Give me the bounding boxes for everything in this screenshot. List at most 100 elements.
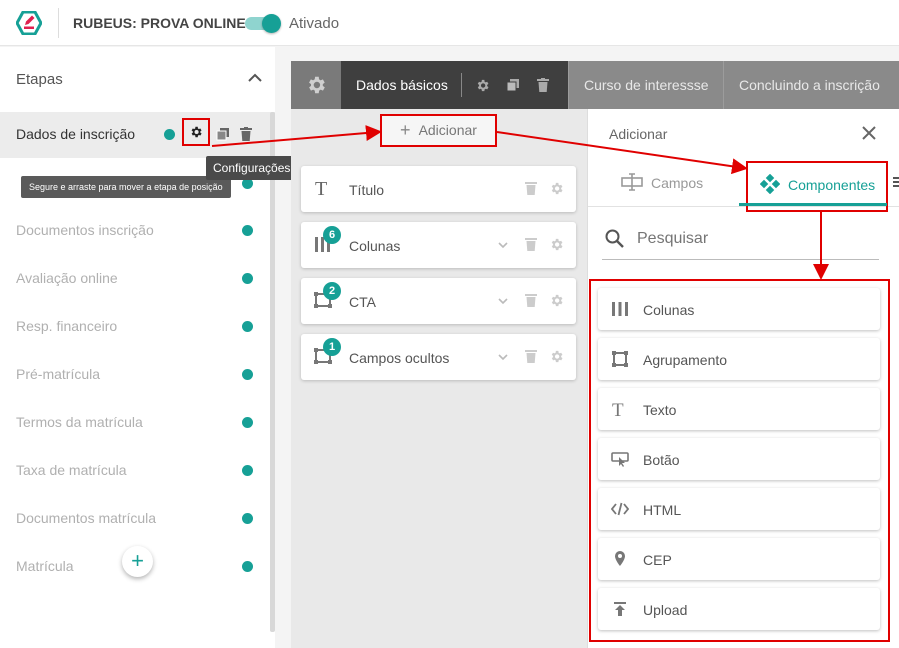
status-dot (242, 369, 253, 380)
copy-icon[interactable] (506, 78, 520, 92)
sidebar-item[interactable]: Documentos matrícula (16, 510, 156, 526)
app-title: RUBEUS: PROVA ONLINE (73, 15, 246, 31)
copy-icon[interactable] (216, 127, 230, 141)
header-divider (58, 8, 59, 38)
gear-icon (309, 76, 325, 94)
status-dot (242, 225, 253, 236)
block-label: Campos ocultos (349, 350, 450, 366)
component-label: Texto (643, 402, 677, 418)
trash-icon[interactable] (537, 78, 549, 92)
tab-dados-basicos[interactable]: Dados básicos (341, 61, 568, 109)
component-label: Agrupamento (643, 352, 728, 368)
gear-icon[interactable] (549, 293, 564, 308)
sidebar-scrollbar[interactable] (270, 112, 275, 632)
component-botao[interactable]: Botão (598, 438, 880, 480)
count-badge: 1 (323, 338, 341, 356)
add-block-label: Adicionar (418, 122, 477, 138)
upload-icon (614, 602, 626, 616)
tabs-settings-button[interactable] (291, 61, 341, 109)
sidebar-item-dados-inscricao[interactable]: Dados de inscrição (16, 126, 135, 142)
status-dot (164, 129, 175, 140)
add-step-button[interactable]: + (122, 546, 153, 577)
tab-campos[interactable]: Campos (621, 172, 703, 192)
search-icon (605, 229, 624, 248)
sidebar-item[interactable]: Matrícula (16, 558, 74, 574)
component-cep[interactable]: CEP (598, 538, 880, 580)
block-card-cta[interactable]: 2 CTA (301, 278, 576, 324)
code-icon (611, 502, 629, 516)
status-dot (242, 513, 253, 524)
fields-icon (621, 173, 643, 191)
status-dot (242, 273, 253, 284)
component-html[interactable]: HTML (598, 488, 880, 530)
chevron-down-icon[interactable] (497, 351, 509, 363)
sidebar-item[interactable]: Avaliação online (16, 270, 118, 286)
component-label: Upload (643, 602, 688, 618)
sidebar-item[interactable]: Pré-matrícula (16, 366, 100, 382)
block-card-colunas[interactable]: 6 Colunas (301, 222, 576, 268)
component-label: Colunas (643, 302, 695, 318)
tab-label: Dados básicos (356, 77, 448, 93)
tab-label: Campos (651, 175, 704, 191)
component-agrupamento[interactable]: Agrupamento (598, 338, 880, 380)
components-icon (759, 173, 781, 195)
tab-concluindo-inscricao[interactable]: Concluindo a inscrição (723, 61, 899, 109)
activation-toggle[interactable] (245, 14, 281, 33)
menu-icon (893, 177, 899, 187)
component-texto[interactable]: T Texto (598, 388, 880, 430)
component-upload[interactable]: Upload (598, 588, 880, 630)
sidebar-title: Etapas (16, 71, 63, 88)
trash-icon[interactable] (525, 349, 537, 363)
count-badge: 2 (323, 282, 341, 300)
page-tabs: Dados básicos Curso de interessse Conclu… (291, 61, 899, 109)
text-icon: T (612, 400, 624, 418)
block-label: CTA (349, 294, 376, 310)
tab-label: Componentes (788, 177, 876, 193)
sidebar-item[interactable]: Documentos inscrição (16, 222, 154, 238)
trash-icon[interactable] (240, 127, 252, 141)
text-icon: T (315, 178, 327, 198)
gear-icon[interactable] (549, 181, 564, 196)
sidebar-item[interactable]: Taxa de matrícula (16, 462, 127, 478)
button-icon (611, 452, 629, 467)
gear-icon[interactable] (475, 78, 490, 93)
status-dot (242, 321, 253, 332)
close-icon[interactable] (861, 125, 877, 141)
trash-icon[interactable] (525, 237, 537, 251)
svg-text:T: T (315, 178, 327, 198)
tab-componentes[interactable]: Componentes (739, 161, 888, 212)
settings-button[interactable] (182, 118, 210, 146)
block-label: Colunas (349, 238, 401, 254)
toggle-label: Ativado (289, 15, 340, 32)
search-input[interactable] (637, 230, 857, 248)
component-label: HTML (643, 502, 682, 518)
block-card-titulo[interactable]: T Título (301, 166, 576, 212)
chevron-down-icon[interactable] (497, 239, 509, 251)
group-icon (612, 351, 628, 367)
gear-icon[interactable] (549, 237, 564, 252)
status-dot (242, 417, 253, 428)
chevron-down-icon[interactable] (497, 295, 509, 307)
top-header: RUBEUS: PROVA ONLINE Ativado (0, 0, 899, 46)
chevron-up-icon[interactable] (246, 69, 264, 87)
panel-title: Adicionar (609, 126, 668, 142)
status-dot (242, 561, 253, 572)
svg-text:T: T (612, 400, 624, 418)
sidebar-item[interactable]: Termos da matrícula (16, 414, 143, 430)
location-pin-icon (615, 551, 625, 566)
add-block-button[interactable]: + Adicionar (380, 114, 497, 147)
component-label: Botão (643, 452, 680, 468)
gear-icon (191, 126, 202, 138)
trash-icon[interactable] (525, 181, 537, 195)
sidebar-item[interactable]: Resp. financeiro (16, 318, 117, 334)
config-tooltip: Configurações (206, 156, 298, 180)
gear-icon[interactable] (549, 349, 564, 364)
block-card-campos-ocultos[interactable]: 1 Campos ocultos (301, 334, 576, 380)
columns-icon (612, 302, 628, 316)
count-badge: 6 (323, 226, 341, 244)
app-logo-icon (16, 11, 42, 35)
tab-curso-interesse[interactable]: Curso de interessse (568, 61, 723, 109)
trash-icon[interactable] (525, 293, 537, 307)
component-colunas[interactable]: Colunas (598, 288, 880, 330)
drag-tooltip: Segure e arraste para mover a etapa de p… (21, 176, 231, 198)
